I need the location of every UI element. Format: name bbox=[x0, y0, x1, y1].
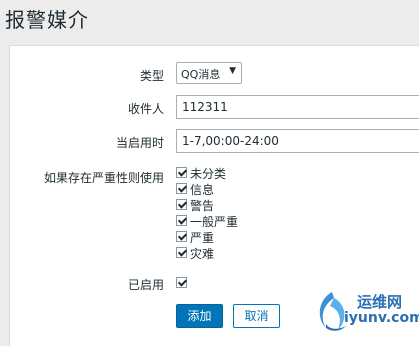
type-label: 类型 bbox=[139, 69, 164, 83]
watermark-text-url: iyunv.com bbox=[344, 310, 419, 326]
type-select[interactable]: QQ消息 ▼ bbox=[176, 62, 242, 84]
severity-checkbox-high[interactable] bbox=[176, 231, 187, 242]
type-select-value: QQ消息 bbox=[181, 68, 221, 81]
enabled-label: 已启用 bbox=[127, 278, 164, 292]
severity-checkbox-disaster[interactable] bbox=[176, 247, 187, 258]
severity-checkbox-warning[interactable] bbox=[176, 199, 187, 210]
severity-checkbox-average[interactable] bbox=[176, 215, 187, 226]
severity-checkbox-information[interactable] bbox=[176, 183, 187, 194]
severity-label-average: 一般严重 bbox=[190, 215, 239, 229]
severity-checkbox-not-classified[interactable] bbox=[176, 167, 187, 178]
severity-label-high: 严重 bbox=[190, 231, 215, 245]
chevron-down-icon: ▼ bbox=[229, 66, 236, 76]
page-title: 报警媒介 bbox=[5, 8, 89, 32]
severity-label-disaster: 灾难 bbox=[190, 247, 215, 261]
severity-label: 如果存在严重性则使用 bbox=[43, 171, 164, 185]
recipient-field[interactable]: 112311 bbox=[176, 95, 419, 119]
when-active-value: 1-7,00:00-24:00 bbox=[182, 134, 279, 148]
severity-label-warning: 警告 bbox=[190, 199, 215, 213]
watermark-logo: 运维网 iyunv.com bbox=[310, 288, 419, 338]
recipient-label: 收件人 bbox=[127, 102, 164, 116]
add-button[interactable]: 添加 bbox=[176, 304, 223, 328]
severity-label-information: 信息 bbox=[190, 183, 215, 197]
when-active-field[interactable]: 1-7,00:00-24:00 bbox=[176, 129, 419, 153]
enabled-checkbox[interactable] bbox=[176, 277, 187, 288]
severity-label-not-classified: 未分类 bbox=[190, 167, 227, 181]
cancel-button[interactable]: 取消 bbox=[233, 304, 280, 328]
watermark-text-cn: 运维网 bbox=[357, 293, 403, 311]
when-active-label: 当启用时 bbox=[115, 136, 164, 150]
recipient-value: 112311 bbox=[182, 100, 228, 114]
